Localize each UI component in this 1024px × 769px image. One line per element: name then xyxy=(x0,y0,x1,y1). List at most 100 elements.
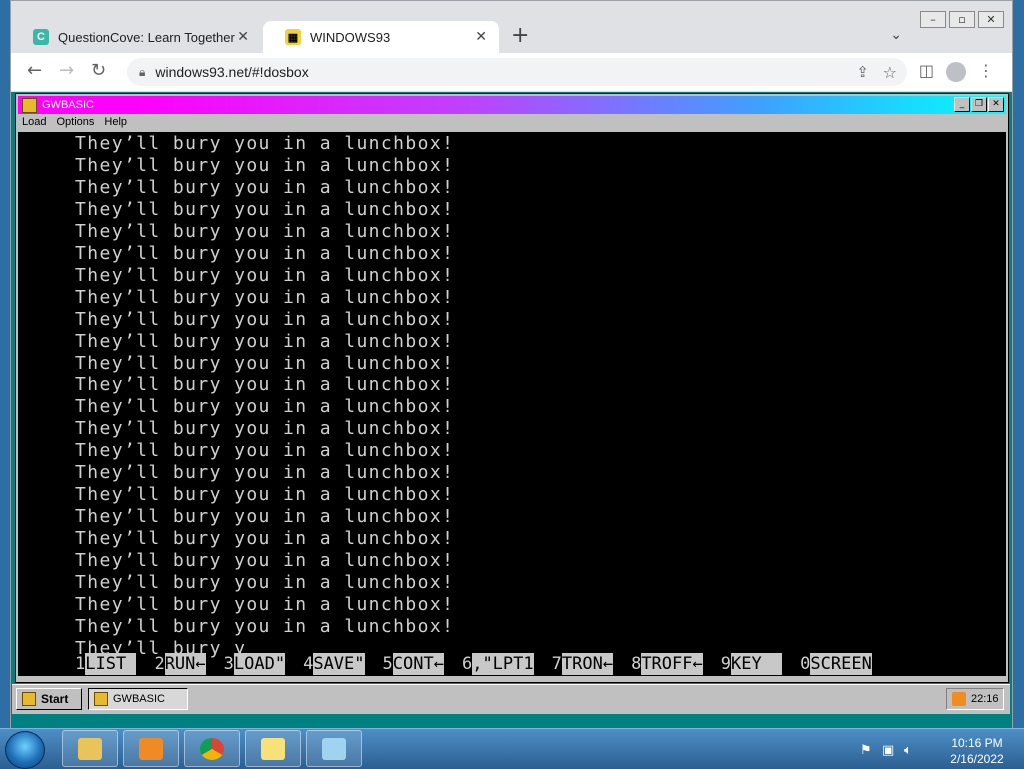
notepad-icon[interactable] xyxy=(306,730,362,767)
dos-output-line: They’ll bury you in a lunchbox! xyxy=(75,242,455,264)
function-key-label: LIST xyxy=(85,653,137,675)
browser-toolbar: ← → ↻ 🔒︎ windows93.net/#!dosbox ⇪ ☆ ◫ ⋮ xyxy=(11,53,1012,92)
close-tab-icon[interactable]: ✕ xyxy=(473,29,489,45)
function-key-number: 1 xyxy=(75,654,86,674)
menu-options[interactable]: Options xyxy=(56,116,94,128)
dos-output-line: They’ll bury you in a lunchbox! xyxy=(75,396,455,418)
system-tray: ⚑ ▣ 🔈︎ 10:16 PM 2/16/2022 xyxy=(852,732,1012,766)
gwbasic-app-icon xyxy=(94,692,108,706)
dos-output-line: They’ll bury you in a lunchbox! xyxy=(75,352,455,374)
clock-time: 10:16 PM xyxy=(951,736,1003,750)
address-bar[interactable]: 🔒︎ windows93.net/#!dosbox ⇪ ☆ xyxy=(127,58,907,86)
dos-output-line: They’ll bury you in a lunchbox! xyxy=(75,418,455,440)
function-key-number: 6 xyxy=(461,654,473,674)
dos-output-line: They’ll bury you in a lunchbox! xyxy=(75,506,455,528)
close-tab-icon[interactable]: ✕ xyxy=(235,29,251,45)
new-tab-button[interactable]: + xyxy=(511,23,529,48)
reload-icon[interactable]: ↻ xyxy=(91,61,106,81)
volume-icon[interactable]: 🔈︎ xyxy=(904,743,912,758)
function-key-number: 2 xyxy=(154,654,165,674)
function-key-2: 2 RUN← xyxy=(154,653,206,675)
bookmark-star-icon[interactable]: ☆ xyxy=(883,63,897,82)
gwbasic-titlebar[interactable]: GWBASIC _ ❐ ✕ xyxy=(18,96,1006,114)
dos-output-line: They’ll bury you in a lunchbox! xyxy=(75,330,455,352)
taskbar-item-gwbasic[interactable]: GWBASIC xyxy=(88,688,188,710)
dos-screen[interactable]: They’ll bury you in a lunchbox! They’ll b… xyxy=(18,132,1006,676)
windows93-icon: ▦ xyxy=(285,29,301,45)
function-key-label: CONT← xyxy=(392,653,444,675)
rss-icon[interactable] xyxy=(952,692,966,706)
close-button[interactable]: ✕ xyxy=(988,97,1004,112)
menu-help[interactable]: Help xyxy=(104,116,127,128)
function-key-number: 3 xyxy=(223,654,234,674)
function-key-bar: 1 LIST 2 RUN← 3 LOAD" 4 SAVE" 5 CONT← 6 ,"LPT1 7 TRO… xyxy=(75,653,872,675)
win93-clock: 22:16 xyxy=(971,693,999,705)
function-key-7: 7 TRON← xyxy=(551,653,614,675)
function-key-number: 9 xyxy=(720,654,731,674)
win93-start-button[interactable]: Start xyxy=(16,688,82,710)
network-icon[interactable]: ▣ xyxy=(882,743,894,758)
function-key-number: 0 xyxy=(800,654,811,674)
function-key-0: 0 SCREEN xyxy=(800,653,872,675)
function-key-5: 5 CONT← xyxy=(383,653,444,675)
window-title: GWBASIC xyxy=(42,99,94,111)
dos-output-line: They’ll bury you in a lunchbox! xyxy=(75,440,455,462)
dos-output-line: They’ll bury you in a lunchbox! xyxy=(75,594,455,616)
function-key-label: RUN← xyxy=(164,653,206,675)
function-key-label: SAVE" xyxy=(313,653,365,675)
dos-output-line: They’ll bury you in a lunchbox! xyxy=(75,198,455,220)
tab-strip: C QuestionCove: Learn Together ✕ ▦ WINDO… xyxy=(11,1,1012,53)
function-key-4: 4 SAVE" xyxy=(303,653,365,675)
chrome-icon[interactable] xyxy=(184,730,240,767)
tab-windows93[interactable]: ▦ WINDOWS93 ✕ xyxy=(263,21,499,53)
win93-logo-icon xyxy=(22,692,36,706)
gwbasic-window: GWBASIC _ ❐ ✕ Load Options Help They’ll … xyxy=(15,93,1009,683)
menu-load[interactable]: Load xyxy=(22,116,46,128)
dos-output-line: They’ll bury you in a lunchbox! xyxy=(75,484,455,506)
function-key-label: KEY xyxy=(730,653,783,675)
dos-output-line: They’ll bury you in a lunchbox! xyxy=(75,176,455,198)
back-arrow-icon[interactable]: ← xyxy=(27,61,42,81)
win93-taskbar: Start GWBASIC 22:16 xyxy=(12,684,1010,714)
system-clock[interactable]: 10:16 PM 2/16/2022 xyxy=(942,735,1012,767)
function-key-label: SCREEN xyxy=(810,653,872,675)
tab-questioncove[interactable]: C QuestionCove: Learn Together ✕ xyxy=(11,21,261,53)
gwbasic-app-icon xyxy=(22,97,37,113)
menu-kebab-icon[interactable]: ⋮ xyxy=(978,61,994,80)
dos-output-line: They’ll bury you in a lunchbox! xyxy=(75,572,455,594)
action-center-flag-icon[interactable]: ⚑ xyxy=(860,743,872,758)
questioncove-icon: C xyxy=(33,29,49,45)
function-key-number: 4 xyxy=(303,654,314,674)
sticky-notes-icon[interactable] xyxy=(245,730,301,767)
url-text: windows93.net/#!dosbox xyxy=(155,64,309,80)
file-explorer-icon[interactable] xyxy=(62,730,118,767)
dos-output-line: They’ll bury you in a lunchbox! xyxy=(75,154,455,176)
side-panel-icon[interactable]: ◫ xyxy=(919,61,934,80)
forward-arrow-icon[interactable]: → xyxy=(59,61,74,81)
clock-date: 2/16/2022 xyxy=(950,752,1004,766)
dos-output-line: They’ll bury you in a lunchbox! xyxy=(75,308,455,330)
function-key-number: 7 xyxy=(551,654,562,674)
start-label: Start xyxy=(41,692,69,706)
function-key-number: 8 xyxy=(631,654,642,674)
windows-start-orb[interactable] xyxy=(5,731,45,769)
dos-output-line: They’ll bury you in a lunchbox! xyxy=(75,528,455,550)
win93-tray: 22:16 xyxy=(946,688,1004,710)
profile-avatar[interactable] xyxy=(946,62,966,82)
media-player-icon[interactable] xyxy=(123,730,179,767)
dos-output-line: They’ll bury you in a lunchbox! xyxy=(75,462,455,484)
maximize-button[interactable]: ❐ xyxy=(971,97,987,112)
function-key-9: 9 KEY xyxy=(720,653,783,675)
lock-icon[interactable]: 🔒︎ xyxy=(139,65,145,80)
function-key-label: TRON← xyxy=(561,653,614,675)
task-label: GWBASIC xyxy=(113,693,165,705)
share-icon[interactable]: ⇪ xyxy=(856,63,869,81)
chevron-down-icon[interactable]: ⌄ xyxy=(890,27,902,43)
windows7-taskbar: ⚑ ▣ 🔈︎ 10:16 PM 2/16/2022 xyxy=(0,728,1024,769)
dos-output: They’ll bury you in a lunchbox! They’ll b… xyxy=(75,133,454,660)
dos-output-line: They’ll bury you in a lunchbox! xyxy=(75,615,455,637)
function-key-label: ,"LPT1 xyxy=(472,653,534,675)
gwbasic-menubar: Load Options Help xyxy=(22,116,127,128)
minimize-button[interactable]: _ xyxy=(954,97,970,112)
function-key-3: 3 LOAD" xyxy=(223,653,286,675)
